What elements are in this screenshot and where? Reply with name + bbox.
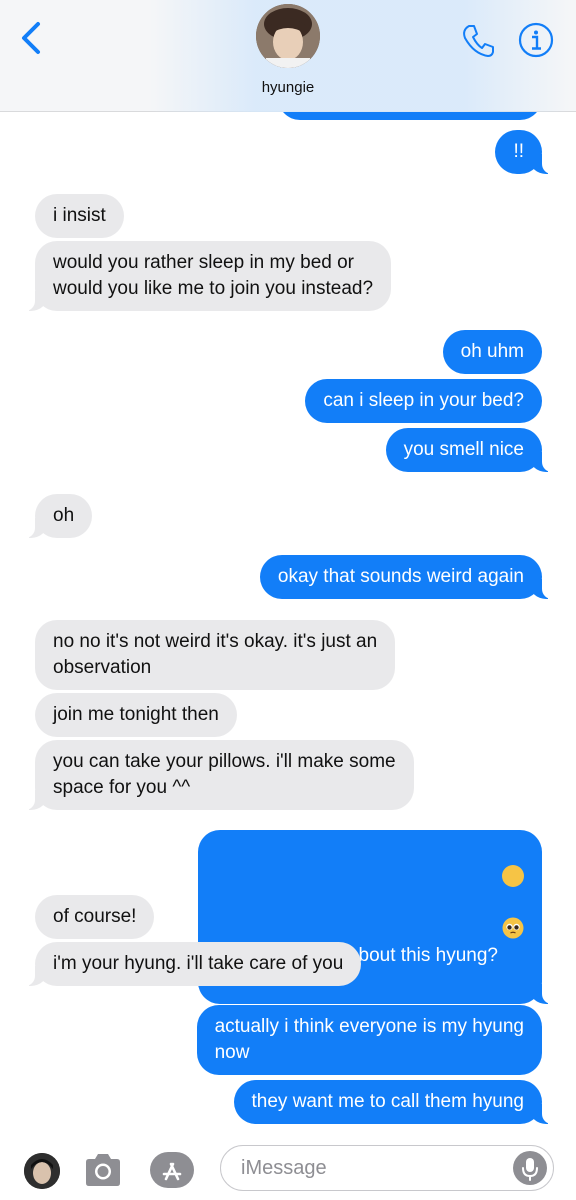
message-bubble-received[interactable]: would you rather sleep in my bed or woul…: [20, 241, 392, 311]
message-bubble-received[interactable]: no no it's not weird it's okay. it's jus…: [35, 620, 396, 690]
info-icon: [518, 22, 554, 58]
call-button[interactable]: [460, 22, 496, 58]
message-bubble-sent[interactable]: okay that sounds weird again: [259, 555, 557, 599]
apps-button[interactable]: [148, 1150, 196, 1190]
message-bubble-received[interactable]: i'm your hyung. i'll take care of you: [20, 942, 362, 986]
message-bubble-sent[interactable]: actually i think everyone is my hyung no…: [196, 1005, 542, 1075]
microphone-button[interactable]: [513, 1151, 547, 1185]
memoji-avatar-icon: [24, 1153, 60, 1189]
message-bubble-sent[interactable]: you smell nice: [385, 428, 557, 472]
imessage-input-wrapper: [220, 1145, 554, 1191]
message-bubble-sent[interactable]: !!: [495, 130, 556, 174]
contact-name[interactable]: hyungie: [0, 79, 576, 96]
message-thread: i promise i forgot about this !! i insis…: [0, 0, 576, 1200]
avatar-photo: [256, 4, 320, 68]
message-bubble-sent[interactable]: can i sleep in your bed?: [305, 379, 542, 423]
info-button[interactable]: [518, 22, 554, 58]
app-store-icon: [150, 1152, 194, 1188]
phone-icon: [463, 25, 494, 57]
back-button[interactable]: [16, 20, 48, 56]
imessage-input[interactable]: [241, 1154, 511, 1182]
pleading-face-emoji: [502, 865, 524, 939]
camera-button[interactable]: [82, 1150, 124, 1190]
pleading-face-icon: [502, 917, 524, 939]
message-composer: [0, 1134, 576, 1200]
contact-avatar[interactable]: [256, 4, 320, 68]
message-bubble-received[interactable]: join me tonight then: [35, 693, 237, 737]
chevron-left-icon: [22, 22, 40, 54]
microphone-icon: [522, 1158, 538, 1181]
memoji-button[interactable]: [24, 1153, 60, 1189]
message-bubble-received[interactable]: you can take your pillows. i'll make som…: [21, 740, 414, 810]
message-bubble-received[interactable]: i insist: [35, 194, 124, 238]
message-bubble-received[interactable]: of course!: [35, 895, 155, 939]
message-bubble-received[interactable]: oh: [20, 494, 93, 538]
message-bubble-sent[interactable]: they want me to call them hyung: [233, 1080, 557, 1124]
camera-icon: [86, 1154, 120, 1186]
message-bubble-sent[interactable]: oh uhm: [442, 330, 542, 374]
conversation-header: hyungie: [0, 0, 576, 112]
